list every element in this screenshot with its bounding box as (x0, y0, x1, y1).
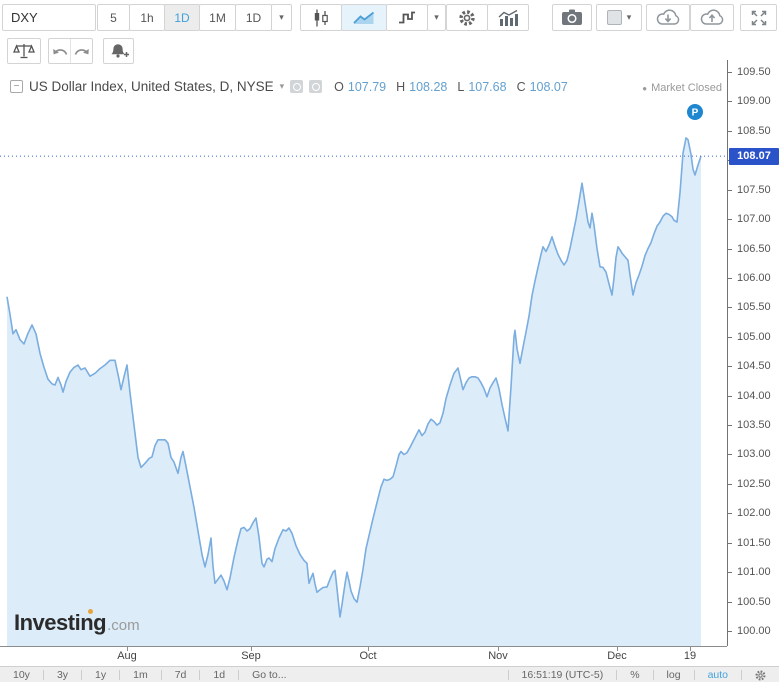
price-tick-label: 107.50 (737, 184, 771, 196)
high-label: H (396, 80, 405, 94)
price-tick (728, 249, 732, 250)
price-tick (728, 631, 732, 632)
price-tick (728, 337, 732, 338)
price-tick-label: 104.00 (737, 390, 771, 402)
instrument-title: US Dollar Index, United States, D, NYSE (29, 79, 274, 94)
price-tick-label: 103.50 (737, 419, 771, 431)
time-tick-label: Nov (488, 650, 508, 662)
price-tick (728, 72, 732, 73)
percent-scale-button[interactable]: % (617, 667, 652, 682)
time-tick-label: Sep (241, 650, 261, 662)
event-marker-label: P (692, 108, 699, 119)
price-tick (728, 101, 732, 102)
time-tick-label: Aug (117, 650, 137, 662)
logo-brand-text: Investing (14, 610, 106, 636)
bottom-toolbar: 10y3y1y1m7d1dGo to... 16:51:19 (UTC-5) %… (0, 666, 779, 682)
area-fill (7, 138, 701, 646)
price-tick-label: 109.00 (737, 95, 771, 107)
price-chart[interactable]: P (0, 0, 727, 648)
series-settings-button[interactable] (309, 80, 322, 93)
price-tick (728, 131, 732, 132)
time-tick-label: 19 (684, 650, 696, 662)
price-tick (728, 396, 732, 397)
chart-header: − US Dollar Index, United States, D, NYS… (10, 79, 574, 94)
chart-app: DXY 5 1h 1D 1M 1D ▾ ▾ (0, 0, 779, 682)
price-tick-label: 102.50 (737, 478, 771, 490)
eye-icon (293, 83, 301, 91)
clock-display[interactable]: 16:51:19 (UTC-5) (509, 667, 617, 682)
price-tick-label: 109.50 (737, 66, 771, 78)
market-status-text: Market Closed (651, 82, 722, 94)
price-tick-label: 106.00 (737, 272, 771, 284)
low-label: L (457, 80, 464, 94)
goto-date-button[interactable]: Go to... (239, 667, 299, 682)
log-scale-button[interactable]: log (654, 667, 694, 682)
price-tick (728, 366, 732, 367)
price-tick-label: 102.00 (737, 507, 771, 519)
axis-settings-button[interactable] (742, 669, 779, 682)
open-label: O (334, 80, 344, 94)
price-tick-label: 106.50 (737, 243, 771, 255)
price-tick (728, 307, 732, 308)
range-button-3y[interactable]: 3y (44, 667, 81, 682)
price-tick-label: 105.00 (737, 331, 771, 343)
range-button-1m[interactable]: 1m (120, 667, 161, 682)
price-tick (728, 219, 732, 220)
price-tick (728, 572, 732, 573)
price-tick (728, 513, 732, 514)
price-tick (728, 454, 732, 455)
bottom-toolbar-right: 16:51:19 (UTC-5) % log auto (508, 667, 779, 682)
close-value: 108.07 (530, 80, 568, 94)
price-tick-label: 100.50 (737, 596, 771, 608)
price-tick-label: 104.50 (737, 360, 771, 372)
price-tick-label: 101.00 (737, 566, 771, 578)
fullscreen-icon (750, 9, 768, 27)
range-button-1y[interactable]: 1y (82, 667, 119, 682)
price-tick-label: 105.50 (737, 301, 771, 313)
time-axis[interactable]: Aug Sep Oct Nov Dec 19 (0, 646, 727, 666)
range-buttons: 10y3y1y1m7d1dGo to... (0, 667, 300, 682)
status-dot-icon: ● (642, 84, 647, 93)
close-label: C (517, 80, 526, 94)
price-tick-label: 108.50 (737, 125, 771, 137)
market-status: ● Market Closed (642, 82, 722, 94)
price-tick (728, 543, 732, 544)
fullscreen-button[interactable] (740, 4, 777, 31)
price-tick-label: 103.00 (737, 448, 771, 460)
price-tick (728, 190, 732, 191)
price-tick (728, 425, 732, 426)
price-tick (728, 484, 732, 485)
logo-orange-dot (88, 609, 93, 614)
ohlc-values: O 107.79 H 108.28 L 107.68 C 108.07 (334, 80, 574, 94)
range-button-7d[interactable]: 7d (162, 667, 200, 682)
time-tick-label: Dec (607, 650, 627, 662)
gear-icon (754, 669, 767, 682)
range-button-1d[interactable]: 1d (200, 667, 238, 682)
gear-icon (312, 83, 320, 91)
price-tick (728, 278, 732, 279)
investing-logo: Investing .com (14, 610, 140, 636)
price-tick-label: 100.00 (737, 625, 771, 637)
range-button-10y[interactable]: 10y (0, 667, 43, 682)
open-value: 107.79 (348, 80, 386, 94)
collapse-icon[interactable]: − (10, 80, 23, 93)
price-tick-label: 101.50 (737, 537, 771, 549)
price-tick (728, 602, 732, 603)
series-visibility-button[interactable] (290, 80, 303, 93)
auto-scale-button[interactable]: auto (695, 667, 741, 682)
time-tick-label: Oct (359, 650, 376, 662)
chevron-down-icon[interactable]: ▾ (280, 81, 285, 92)
low-value: 107.68 (468, 80, 506, 94)
price-tick-label: 107.00 (737, 213, 771, 225)
high-value: 108.28 (409, 80, 447, 94)
logo-suffix-text: .com (107, 617, 140, 634)
current-price-tag: 108.07 (729, 148, 779, 165)
